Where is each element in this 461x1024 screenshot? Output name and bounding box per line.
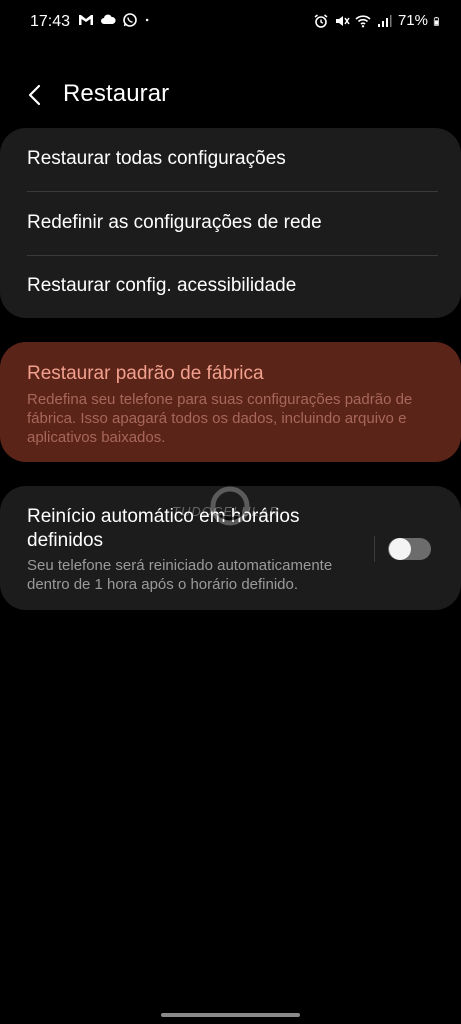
alarm-icon bbox=[314, 13, 328, 28]
whatsapp-icon bbox=[123, 13, 137, 27]
reset-options-card: Restaurar todas configurações Redefinir … bbox=[0, 128, 461, 318]
watermark-logo: TUDOCELULAR bbox=[168, 484, 318, 534]
signal-icon bbox=[377, 14, 392, 27]
reset-network-settings-label: Redefinir as configurações de rede bbox=[27, 212, 322, 233]
wifi-icon bbox=[355, 14, 371, 27]
battery-icon bbox=[433, 16, 439, 26]
reset-all-settings-item[interactable]: Restaurar todas configurações bbox=[0, 128, 461, 191]
mute-icon bbox=[335, 15, 350, 26]
dot-icon bbox=[145, 18, 149, 22]
watermark-text: TUDOCELULAR bbox=[172, 504, 280, 519]
home-indicator[interactable] bbox=[161, 1013, 300, 1017]
factory-reset-title: Restaurar padrão de fábrica bbox=[27, 363, 264, 384]
status-notification-icons bbox=[78, 12, 154, 28]
cloud-icon bbox=[101, 14, 116, 24]
toggle-knob bbox=[389, 538, 411, 560]
auto-restart-toggle[interactable] bbox=[388, 538, 431, 560]
header: Restaurar bbox=[0, 72, 461, 118]
auto-restart-description: Seu telefone será reiniciado automaticam… bbox=[27, 557, 333, 593]
factory-reset-description: Redefina seu telefone para suas configur… bbox=[27, 391, 413, 446]
status-time: 17:43 bbox=[30, 13, 71, 30]
vertical-divider bbox=[374, 536, 375, 562]
factory-reset-item[interactable]: Restaurar padrão de fábrica Redefina seu… bbox=[0, 342, 461, 462]
reset-accessibility-item[interactable]: Restaurar config. acessibilidade bbox=[0, 255, 461, 318]
status-bar: 17:43 71% bbox=[0, 0, 461, 44]
reset-all-settings-label: Restaurar todas configurações bbox=[27, 148, 286, 169]
gmail-icon bbox=[79, 15, 93, 25]
reset-accessibility-label: Restaurar config. acessibilidade bbox=[27, 275, 297, 296]
back-button[interactable] bbox=[18, 78, 52, 112]
page-title: Restaurar bbox=[63, 80, 170, 107]
status-system-icons: 71% bbox=[313, 12, 443, 29]
battery-percentage: 71% bbox=[397, 12, 428, 29]
reset-network-settings-item[interactable]: Redefinir as configurações de rede bbox=[0, 192, 461, 255]
